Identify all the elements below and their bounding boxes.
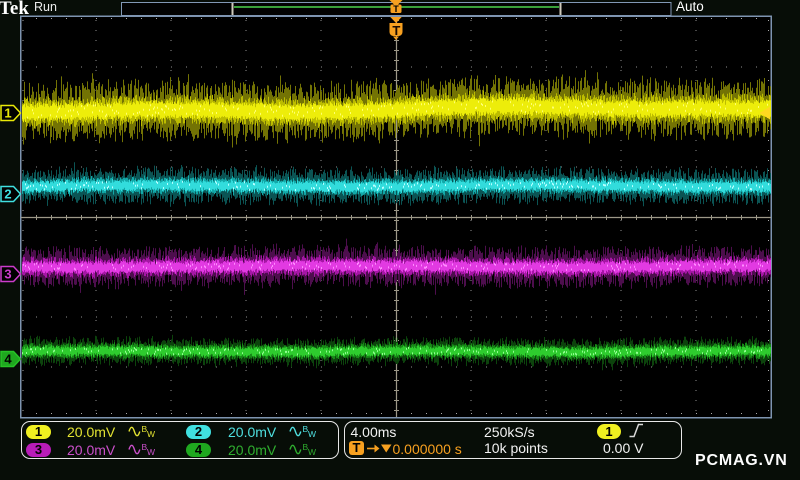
svg-text:T: T — [392, 23, 400, 38]
svg-text:2: 2 — [4, 187, 11, 202]
svg-text:3: 3 — [4, 267, 11, 282]
svg-text:1: 1 — [4, 106, 11, 121]
svg-text:4: 4 — [4, 352, 12, 367]
svg-text:T: T — [393, 4, 399, 14]
